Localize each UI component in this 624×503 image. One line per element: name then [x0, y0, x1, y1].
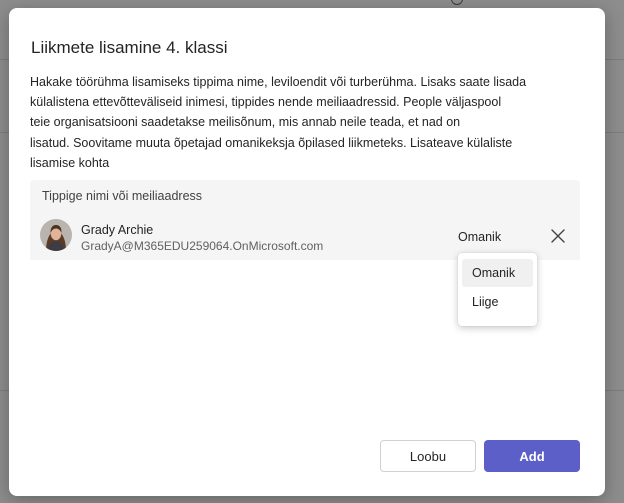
- dialog-title: Liikmete lisamine 4. klassi: [31, 38, 228, 57]
- info-icon: [451, 0, 463, 5]
- role-option-owner[interactable]: Omanik: [462, 259, 533, 287]
- add-button[interactable]: Add: [484, 440, 580, 472]
- member-email: GradyA@M365EDU259064.OnMicrosoft.com: [81, 239, 324, 253]
- close-icon: [551, 229, 565, 243]
- avatar: [40, 219, 72, 251]
- description-line: lisatud. Soovitame muuta õpetajad omanik…: [30, 135, 513, 150]
- role-menu: Omanik Liige: [458, 253, 537, 326]
- description-line: külalistena ettevõtteväliseid inimesi, t…: [30, 95, 502, 110]
- role-dropdown[interactable]: Omanik: [458, 230, 501, 244]
- description-line: Hakake töörühma lisamiseks tippima nime,…: [30, 75, 527, 89]
- description-line: lisamise kohta: [30, 155, 110, 170]
- description-line: teie organisatsiooni saadetakse meilisõn…: [30, 115, 461, 130]
- remove-member-button[interactable]: [548, 226, 568, 246]
- member-search-input[interactable]: [30, 180, 580, 212]
- dialog-description: Hakake töörühma lisamiseks tippima nime,…: [30, 72, 530, 173]
- member-name: Grady Archie: [81, 223, 154, 237]
- add-members-dialog: Liikmete lisamine 4. klassi Hakake töörü…: [9, 8, 605, 496]
- cancel-button[interactable]: Loobu: [380, 440, 476, 472]
- role-option-member[interactable]: Liige: [462, 288, 533, 316]
